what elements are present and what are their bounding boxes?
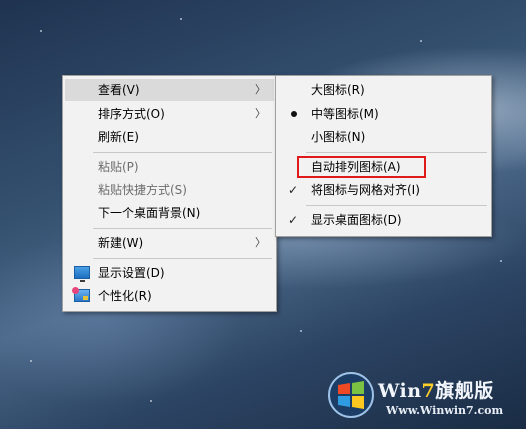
menu-item-display-settings-label: 显示设置(D) bbox=[98, 266, 165, 280]
star bbox=[500, 260, 502, 262]
menu-item-view[interactable]: 查看(V) 〉 bbox=[65, 79, 274, 101]
submenu-arrow-icon: 〉 bbox=[255, 236, 266, 249]
menu-item-personalize-label: 个性化(R) bbox=[98, 289, 152, 303]
watermark-brand-suffix: 旗舰版 bbox=[435, 380, 494, 402]
star bbox=[300, 330, 302, 332]
windows-logo-icon bbox=[328, 372, 374, 418]
submenu-item-small-icons-label: 小图标(N) bbox=[311, 130, 366, 144]
menu-item-refresh-label: 刷新(E) bbox=[98, 130, 139, 144]
star bbox=[150, 400, 152, 402]
menu-separator bbox=[93, 152, 272, 153]
submenu-item-small-icons[interactable]: 小图标(N) bbox=[278, 126, 489, 148]
watermark: Win7旗舰版 Www.Winwin7.com bbox=[328, 372, 524, 426]
menu-item-next-desktop-background[interactable]: 下一个桌面背景(N) bbox=[65, 202, 274, 224]
submenu-item-show-desktop-icons-label: 显示桌面图标(D) bbox=[311, 213, 402, 227]
star bbox=[180, 18, 182, 20]
menu-separator bbox=[306, 205, 487, 206]
menu-item-next-desktop-background-label: 下一个桌面背景(N) bbox=[98, 206, 201, 220]
menu-item-paste-label: 粘贴(P) bbox=[98, 160, 139, 174]
menu-item-display-settings[interactable]: 显示设置(D) bbox=[65, 262, 274, 284]
watermark-url: Www.Winwin7.com bbox=[386, 404, 504, 417]
watermark-brand-prefix: Win bbox=[378, 380, 422, 402]
menu-item-sort-by-label: 排序方式(O) bbox=[98, 107, 165, 121]
desktop-context-menu: 查看(V) 〉 排序方式(O) 〉 刷新(E) 粘贴(P) 粘贴快捷方式(S) … bbox=[62, 75, 277, 312]
annotation-highlight-box bbox=[297, 156, 426, 178]
star bbox=[420, 40, 422, 42]
menu-separator bbox=[306, 152, 487, 153]
menu-separator bbox=[93, 258, 272, 259]
menu-item-personalize[interactable]: 个性化(R) bbox=[65, 285, 274, 307]
submenu-arrow-icon: 〉 bbox=[255, 107, 266, 120]
checkmark-icon: ✓ bbox=[288, 183, 299, 197]
menu-item-new[interactable]: 新建(W) 〉 bbox=[65, 232, 274, 254]
radio-bullet-icon bbox=[291, 111, 297, 117]
submenu-item-medium-icons-label: 中等图标(M) bbox=[311, 107, 379, 121]
submenu-arrow-icon: 〉 bbox=[255, 83, 266, 96]
menu-item-view-label: 查看(V) bbox=[98, 83, 140, 97]
submenu-item-medium-icons[interactable]: 中等图标(M) bbox=[278, 103, 489, 125]
menu-item-paste-shortcut-label: 粘贴快捷方式(S) bbox=[98, 183, 187, 197]
menu-item-sort-by[interactable]: 排序方式(O) 〉 bbox=[65, 103, 274, 125]
watermark-brand: Win7旗舰版 bbox=[378, 376, 494, 403]
star bbox=[30, 360, 32, 362]
menu-item-paste[interactable]: 粘贴(P) bbox=[65, 156, 274, 178]
display-settings-icon bbox=[74, 266, 90, 282]
submenu-item-large-icons-label: 大图标(R) bbox=[311, 83, 365, 97]
menu-item-new-label: 新建(W) bbox=[98, 236, 144, 250]
checkmark-icon: ✓ bbox=[288, 213, 299, 227]
menu-item-refresh[interactable]: 刷新(E) bbox=[65, 126, 274, 148]
submenu-item-show-desktop-icons[interactable]: ✓ 显示桌面图标(D) bbox=[278, 209, 489, 231]
watermark-brand-seven: 7 bbox=[421, 380, 436, 402]
star bbox=[40, 30, 42, 32]
submenu-item-align-icons-to-grid[interactable]: ✓ 将图标与网格对齐(I) bbox=[278, 179, 489, 201]
menu-item-paste-shortcut[interactable]: 粘贴快捷方式(S) bbox=[65, 179, 274, 201]
submenu-item-align-icons-to-grid-label: 将图标与网格对齐(I) bbox=[311, 183, 420, 197]
submenu-item-large-icons[interactable]: 大图标(R) bbox=[278, 79, 489, 101]
personalize-icon bbox=[72, 287, 90, 302]
menu-separator bbox=[93, 228, 272, 229]
